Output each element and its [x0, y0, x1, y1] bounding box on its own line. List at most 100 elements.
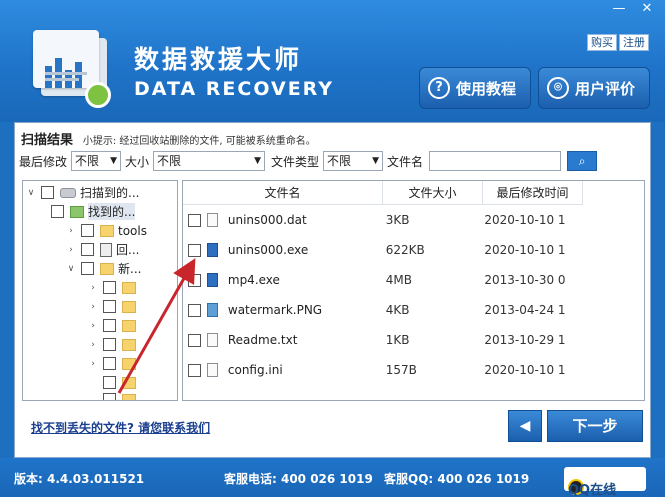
chevron-right-icon[interactable]: ›: [65, 226, 77, 236]
folder-icon: [100, 262, 114, 275]
version-text: 版本: 4.4.03.011521: [14, 472, 145, 486]
file-date: 2020-10-10 1: [484, 363, 566, 377]
tree-checkbox[interactable]: [103, 281, 116, 294]
file-name: unins000.exe: [227, 243, 309, 257]
file-row[interactable]: unins000.dat 3KB 2020-10-10 1: [183, 205, 583, 235]
type-label: 文件类型: [271, 154, 320, 169]
modified-select[interactable]: 不限 ▼: [71, 151, 122, 171]
file-list[interactable]: 文件名 文件大小 最后修改时间 unins000.dat 3KB 2020-10…: [182, 180, 645, 401]
next-step-button[interactable]: 下一步: [547, 410, 643, 442]
main-panel: 扫描结果 小提示: 经过回收站删除的文件, 可能被系统重命名。 最后修改 不限 …: [14, 122, 651, 458]
folder-tree[interactable]: ∨ 扫描到的... 找到的... › tools › 回... ∨ 新... ›…: [22, 180, 178, 401]
file-date: 2020-10-10 1: [484, 213, 566, 227]
scan-result-label: 扫描结果: [21, 133, 74, 148]
file-checkbox[interactable]: [188, 363, 201, 377]
file-size: 4MB: [385, 273, 412, 287]
tree-checkbox[interactable]: [81, 224, 94, 237]
chevron-right-icon[interactable]: ›: [87, 340, 99, 350]
folder-icon: [122, 338, 136, 351]
phone-text: 客服电话: 400 026 1019: [224, 472, 373, 486]
tree-item-label: 扫描到的...: [80, 186, 140, 200]
tutorial-button[interactable]: ? 使用教程: [419, 67, 531, 109]
folder-icon: [122, 393, 136, 400]
file-row[interactable]: watermark.PNG 4KB 2013-04-24 1: [183, 295, 583, 325]
tree-checkbox[interactable]: [103, 376, 116, 389]
chevron-down-icon[interactable]: ∨: [25, 188, 37, 198]
size-select[interactable]: 不限 ▼: [153, 151, 266, 171]
column-header-date[interactable]: 最后修改时间: [483, 181, 583, 204]
chevron-down-icon: ▼: [372, 156, 380, 166]
qq-online-button[interactable]: QQ在线: [564, 467, 646, 497]
tree-checkbox[interactable]: [81, 262, 94, 275]
column-header-name[interactable]: 文件名: [183, 181, 383, 204]
close-button[interactable]: ✕: [633, 0, 661, 18]
tree-item[interactable]: ›: [87, 278, 140, 297]
tree-item[interactable]: ∨ 新...: [65, 259, 141, 278]
user-review-button[interactable]: ⌾ 用户评价: [538, 67, 650, 109]
hint-text: 小提示: 经过回收站删除的文件, 可能被系统重命名。: [82, 136, 316, 147]
file-row[interactable]: mp4.exe 4MB 2013-10-30 0: [183, 265, 583, 295]
type-select-value: 不限: [327, 154, 352, 168]
chevron-right-icon[interactable]: ›: [87, 321, 99, 331]
chevron-right-icon[interactable]: ›: [65, 245, 77, 255]
tree-item[interactable]: 找到的...: [47, 202, 136, 221]
recycle-bin-icon: [100, 242, 112, 257]
tree-checkbox[interactable]: [103, 300, 116, 313]
column-header-size[interactable]: 文件大小: [383, 181, 483, 204]
tree-item[interactable]: ›: [87, 316, 140, 335]
file-size: 622KB: [385, 243, 425, 257]
file-name: Readme.txt: [227, 333, 298, 347]
tree-checkbox[interactable]: [81, 243, 94, 256]
tree-checkbox[interactable]: [41, 186, 54, 199]
tree-item[interactable]: ›: [87, 335, 140, 354]
review-icon: ⌾: [547, 77, 569, 99]
modified-select-value: 不限: [75, 154, 100, 168]
size-select-value: 不限: [157, 154, 182, 168]
file-date: 2020-10-10 1: [484, 243, 566, 257]
back-button[interactable]: ◀: [508, 410, 542, 442]
exe-file-icon: [207, 243, 218, 257]
buy-button[interactable]: 购买: [587, 34, 617, 51]
filename-input[interactable]: [429, 151, 562, 171]
tree-item-label: 找到的...: [88, 203, 136, 220]
file-checkbox[interactable]: [188, 213, 201, 227]
tree-item-label: 回...: [116, 243, 140, 257]
tree-item[interactable]: ›: [87, 354, 140, 373]
folder-icon: [122, 376, 136, 389]
tree-checkbox[interactable]: [103, 319, 116, 332]
register-button[interactable]: 注册: [619, 34, 649, 51]
chevron-down-icon[interactable]: ∨: [65, 264, 77, 274]
tree-item[interactable]: ∨ 扫描到的...: [25, 183, 139, 202]
tree-checkbox[interactable]: [103, 357, 116, 370]
file-name: config.ini: [227, 363, 283, 377]
app-title: 数据救援大师: [134, 45, 303, 74]
tree-item[interactable]: ›: [87, 297, 140, 316]
tree-checkbox[interactable]: [103, 393, 116, 400]
contact-us-link[interactable]: 找不到丢失的文件? 请您联系我们: [31, 419, 210, 436]
chevron-right-icon[interactable]: ›: [87, 359, 99, 369]
file-size: 157B: [385, 363, 417, 377]
minimize-button[interactable]: —: [605, 0, 633, 18]
exe-file-icon: [207, 273, 218, 287]
filename-label: 文件名: [387, 154, 424, 169]
file-icon: [207, 213, 218, 227]
type-select[interactable]: 不限 ▼: [323, 151, 384, 171]
chevron-right-icon[interactable]: ›: [87, 302, 99, 312]
file-row[interactable]: Readme.txt 1KB 2013-10-29 1: [183, 325, 583, 355]
file-checkbox[interactable]: [188, 333, 201, 347]
search-button[interactable]: ⌕: [567, 151, 598, 171]
file-checkbox[interactable]: [188, 303, 201, 317]
file-checkbox[interactable]: [188, 243, 201, 257]
tree-checkbox[interactable]: [103, 338, 116, 351]
tree-item[interactable]: [99, 390, 140, 400]
tutorial-label: 使用教程: [456, 79, 517, 98]
file-row[interactable]: config.ini 157B 2020-10-10 1: [183, 355, 583, 385]
file-checkbox[interactable]: [188, 273, 201, 287]
scan-result-row: 扫描结果 小提示: 经过回收站删除的文件, 可能被系统重命名。: [21, 129, 316, 148]
tree-item[interactable]: › 回...: [65, 240, 139, 259]
chevron-right-icon[interactable]: ›: [87, 283, 99, 293]
tree-item[interactable]: › tools: [65, 221, 147, 240]
tree-checkbox[interactable]: [51, 205, 64, 218]
file-row[interactable]: unins000.exe 622KB 2020-10-10 1: [183, 235, 583, 265]
drive-icon: [60, 187, 76, 198]
